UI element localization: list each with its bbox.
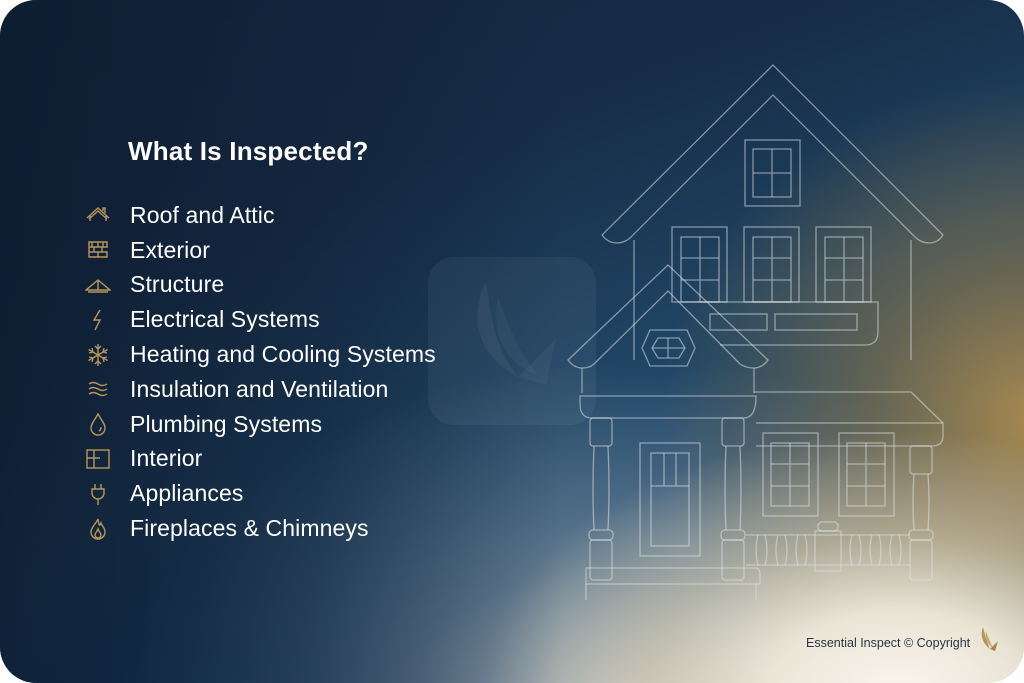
truss-icon [78,271,118,299]
copyright-text: Essential Inspect © Copyright [806,636,971,650]
list-item-electrical-systems: Electrical Systems [78,302,436,337]
wing-logo-icon [981,627,999,651]
list-item-heating-and-cooling: Heating and Cooling Systems [78,337,436,372]
list-item-plumbing-systems: Plumbing Systems [78,407,436,442]
item-label: Exterior [130,236,211,263]
inspection-list: Roof and Attic Exterior Structure Electr… [78,198,436,546]
list-item-insulation-and-ventilation: Insulation and Ventilation [78,372,436,407]
lightning-bolt-icon [78,306,118,334]
item-label: Roof and Attic [130,201,275,228]
item-label: Interior [130,445,203,472]
item-label: Heating and Cooling Systems [130,341,436,368]
list-item-roof-and-attic: Roof and Attic [78,198,436,233]
list-item-appliances: Appliances [78,476,436,511]
page-title: What Is Inspected? [128,136,369,166]
infographic-card: What Is Inspected? Roof and Attic Exteri… [0,0,1024,683]
water-drop-icon [78,410,118,438]
roof-icon [78,201,118,229]
footer: Essential Inspect © Copyright [806,627,1000,655]
item-label: Structure [130,271,225,298]
item-label: Fireplaces & Chimneys [130,515,369,542]
house-illustration [567,64,944,600]
list-item-structure: Structure [78,268,436,303]
item-label: Plumbing Systems [130,410,323,437]
snowflake-icon [78,341,118,369]
list-item-interior: Interior [78,442,436,477]
floor-plan-icon [78,445,118,473]
list-item-exterior: Exterior [78,233,436,268]
flame-icon [78,515,118,543]
brick-wall-icon [78,236,118,264]
item-label: Electrical Systems [130,306,320,333]
airflow-waves-icon [78,375,118,403]
plug-icon [78,480,118,508]
item-label: Insulation and Ventilation [130,375,389,402]
item-label: Appliances [130,480,244,507]
list-item-fireplaces-and-chimneys: Fireplaces & Chimneys [78,511,436,546]
